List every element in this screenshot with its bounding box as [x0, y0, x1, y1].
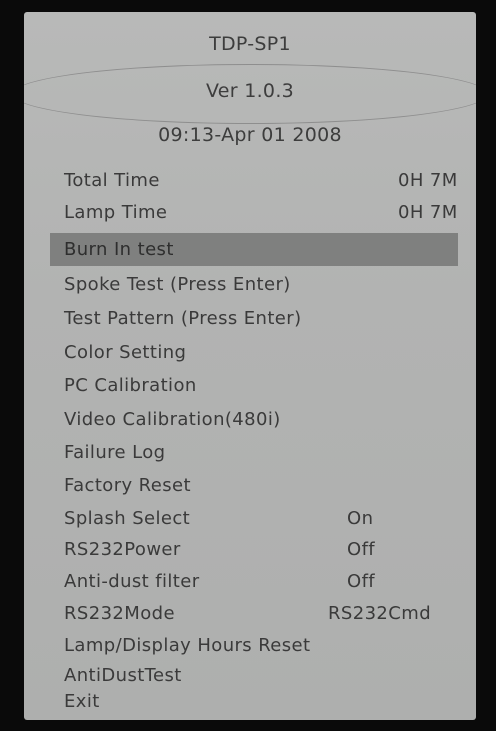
menu-item-splash-select[interactable]: Splash Select On: [50, 506, 460, 532]
menu-item-rs232power[interactable]: RS232Power Off: [50, 537, 460, 563]
menu-item-value: On: [347, 508, 374, 529]
menu-item-label: Exit: [64, 691, 100, 712]
menu-item-label: Video Calibration(480i): [64, 409, 281, 430]
menu-item-rs232mode[interactable]: RS232Mode RS232Cmd: [50, 601, 460, 627]
menu-item-test-pattern[interactable]: Test Pattern (Press Enter): [50, 306, 460, 332]
menu-item-antidusttest[interactable]: AntiDustTest: [50, 663, 460, 689]
menu-item-value: 0H 7M: [398, 202, 458, 223]
menu-item-factory-reset[interactable]: Factory Reset: [50, 473, 460, 499]
service-menu: Total Time 0H 7M Lamp Time 0H 7M Burn In…: [24, 12, 476, 720]
menu-item-burn-in-test[interactable]: Burn In test: [50, 233, 458, 266]
menu-item-value: Off: [347, 571, 376, 592]
menu-item-anti-dust-filter[interactable]: Anti-dust filter Off: [50, 569, 460, 595]
menu-item-label: AntiDustTest: [64, 665, 182, 686]
menu-item-label: Lamp/Display Hours Reset: [64, 635, 311, 656]
menu-item-video-calibration[interactable]: Video Calibration(480i): [50, 407, 460, 433]
menu-item-label: Anti-dust filter: [64, 571, 200, 592]
menu-item-label: RS232Power: [64, 539, 181, 560]
menu-item-label: Failure Log: [64, 442, 166, 463]
service-menu-panel: TDP-SP1 Ver 1.0.3 09:13-Apr 01 2008 Tota…: [24, 12, 476, 720]
menu-item-label: Splash Select: [64, 508, 191, 529]
menu-item-label: PC Calibration: [64, 375, 197, 396]
menu-item-label: Factory Reset: [64, 475, 191, 496]
menu-item-label: Spoke Test (Press Enter): [64, 274, 291, 295]
menu-item-value: 0H 7M: [398, 170, 458, 191]
menu-item-label: Lamp Time: [64, 202, 168, 223]
menu-item-exit[interactable]: Exit: [50, 689, 460, 715]
menu-item-value: Off: [347, 539, 376, 560]
menu-item-failure-log[interactable]: Failure Log: [50, 440, 460, 466]
menu-item-label: RS232Mode: [64, 603, 175, 624]
menu-item-value: RS232Cmd: [328, 603, 432, 624]
menu-item-total-time: Total Time 0H 7M: [50, 168, 460, 194]
monitor-bezel: TDP-SP1 Ver 1.0.3 09:13-Apr 01 2008 Tota…: [0, 0, 496, 731]
menu-item-color-setting[interactable]: Color Setting: [50, 340, 460, 366]
menu-item-lamp-time: Lamp Time 0H 7M: [50, 200, 460, 226]
menu-item-pc-calibration[interactable]: PC Calibration: [50, 373, 460, 399]
menu-item-spoke-test[interactable]: Spoke Test (Press Enter): [50, 272, 460, 298]
menu-item-label: Test Pattern (Press Enter): [64, 308, 302, 329]
menu-item-label: Total Time: [64, 170, 160, 191]
menu-item-lamp-display-hours-reset[interactable]: Lamp/Display Hours Reset: [50, 633, 460, 659]
menu-item-label: Color Setting: [64, 342, 187, 363]
menu-item-label: Burn In test: [64, 239, 174, 260]
